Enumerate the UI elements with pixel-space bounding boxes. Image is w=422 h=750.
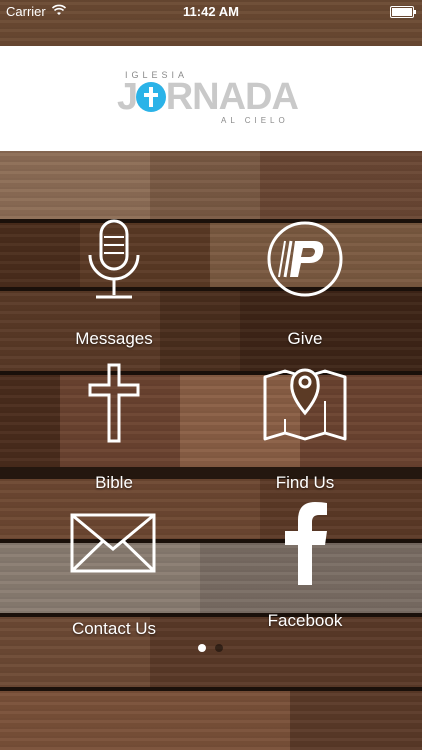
tile-facebook[interactable]: Facebook [215,501,395,631]
clock: 11:42 AM [183,4,239,19]
tile-label: Bible [95,473,133,492]
pushpay-icon [267,221,343,297]
tile-label: Facebook [267,611,343,630]
page-indicator[interactable] [0,644,422,654]
church-logo: IGLESIA JORNADA AL CIELO [117,70,307,126]
logo-cross-icon [136,82,166,112]
status-bar: Carrier 11:42 AM [0,0,422,24]
page-dot[interactable] [215,644,223,652]
map-pin-icon [263,368,347,441]
tile-messages[interactable]: Messages [24,219,204,349]
tile-find-us[interactable]: Find Us [215,363,395,493]
tile-give[interactable]: Give [215,219,395,349]
tile-label: Messages [75,329,153,348]
microphone-icon [88,219,140,299]
tile-label: Find Us [275,473,335,492]
tile-contact-us[interactable]: Contact Us [24,509,204,639]
header-banner: IGLESIA JORNADA AL CIELO [0,46,422,151]
page-dot-active[interactable] [198,644,206,652]
menu-grid: Messages Give Bible Find Us Contact Us F… [0,151,422,641]
tile-label: Give [287,329,323,348]
tile-bible[interactable]: Bible [24,363,204,493]
facebook-icon [285,502,327,585]
logo-bottom-text: AL CIELO [221,116,289,125]
tile-label: Contact Us [71,619,157,638]
battery-icon [390,6,416,18]
envelope-icon [70,513,156,573]
cross-icon [88,363,140,443]
